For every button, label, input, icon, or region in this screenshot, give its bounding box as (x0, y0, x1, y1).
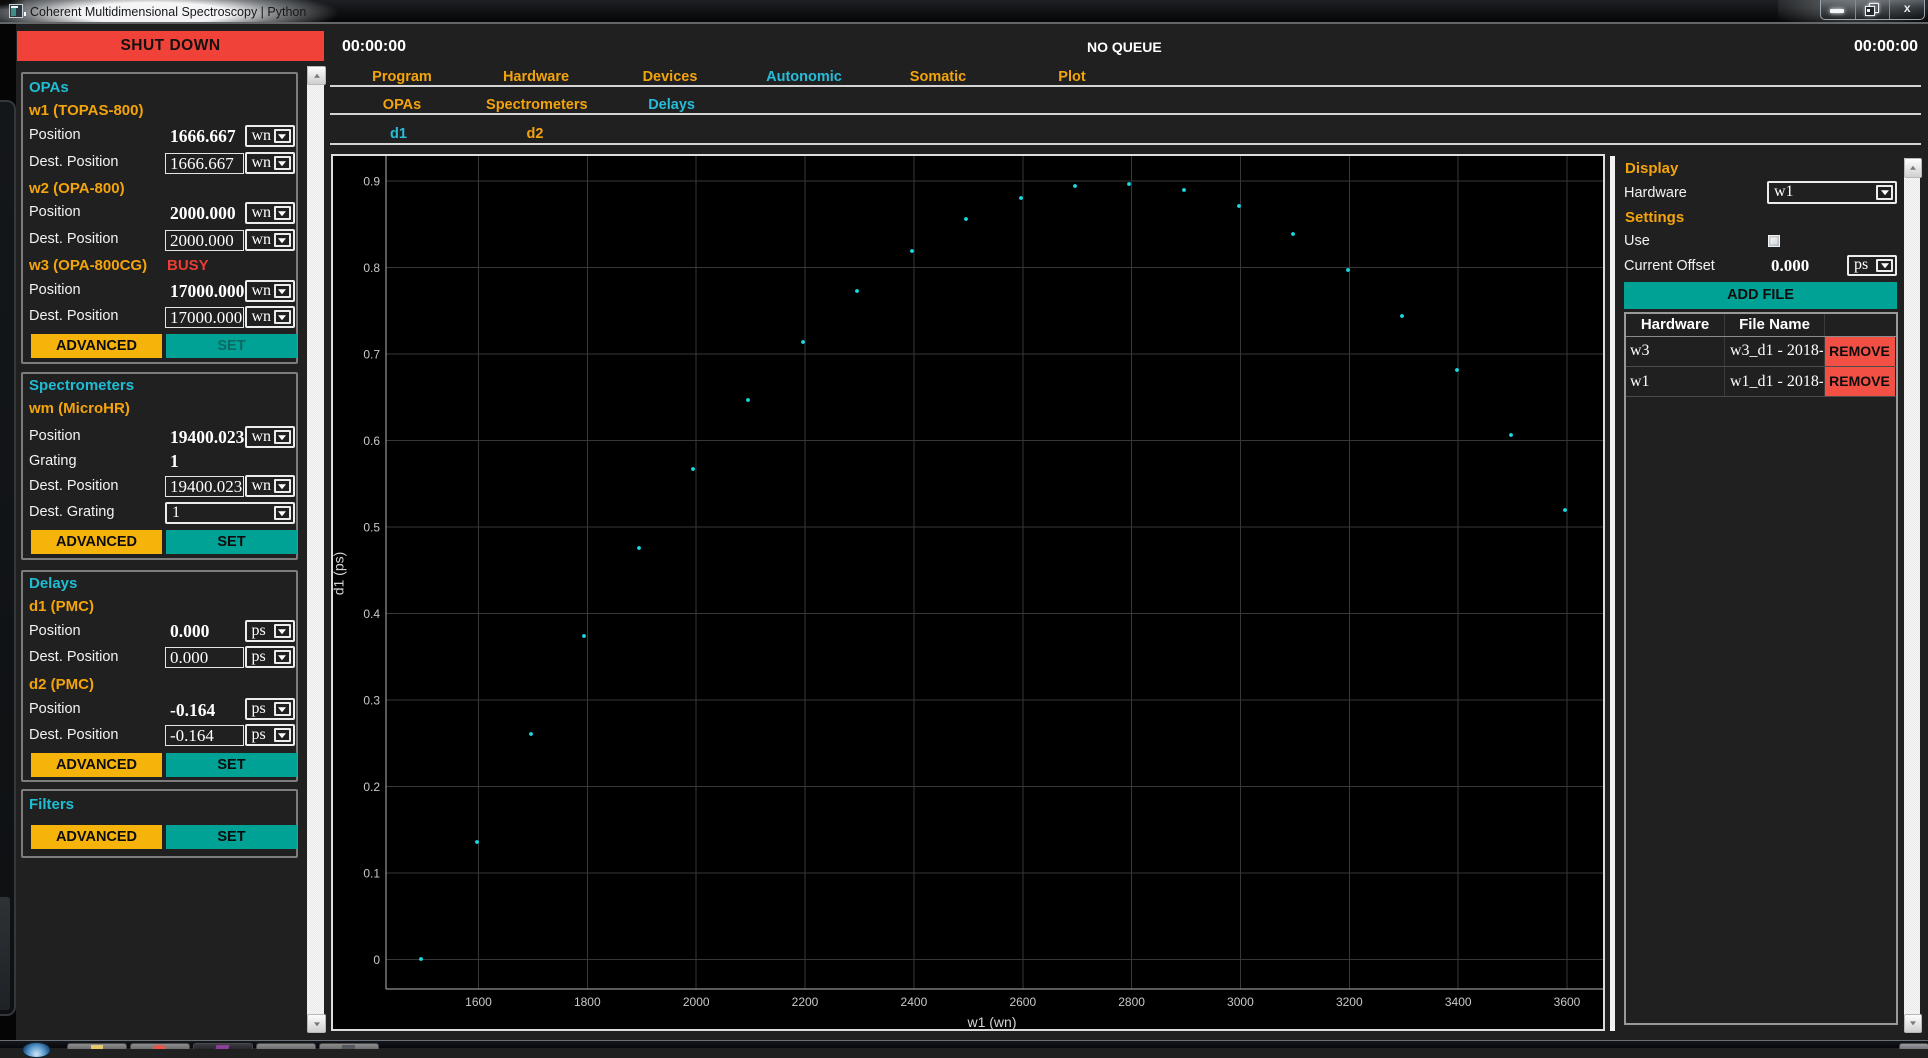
svg-text:2600: 2600 (1009, 995, 1036, 1009)
svg-text:0.8: 0.8 (363, 261, 380, 275)
svg-text:0.4: 0.4 (363, 607, 380, 621)
svg-text:2400: 2400 (901, 995, 928, 1009)
svg-text:2000: 2000 (683, 995, 710, 1009)
svg-text:0.2: 0.2 (363, 780, 380, 794)
svg-text:w1 (wn): w1 (wn) (966, 1014, 1016, 1029)
svg-text:0.7: 0.7 (363, 347, 380, 361)
svg-text:3000: 3000 (1227, 995, 1254, 1009)
svg-text:0.3: 0.3 (363, 693, 380, 707)
svg-text:d1 (ps): d1 (ps) (333, 552, 347, 596)
svg-text:1600: 1600 (465, 995, 492, 1009)
svg-text:2800: 2800 (1118, 995, 1145, 1009)
svg-text:1800: 1800 (574, 995, 601, 1009)
svg-text:0.5: 0.5 (363, 520, 380, 534)
svg-text:2200: 2200 (792, 995, 819, 1009)
svg-text:0.6: 0.6 (363, 434, 380, 448)
svg-text:3400: 3400 (1445, 995, 1472, 1009)
svg-text:0: 0 (373, 953, 380, 967)
svg-text:3200: 3200 (1336, 995, 1363, 1009)
svg-text:0.9: 0.9 (363, 174, 380, 188)
svg-text:3600: 3600 (1554, 995, 1581, 1009)
svg-text:0.1: 0.1 (363, 866, 380, 880)
